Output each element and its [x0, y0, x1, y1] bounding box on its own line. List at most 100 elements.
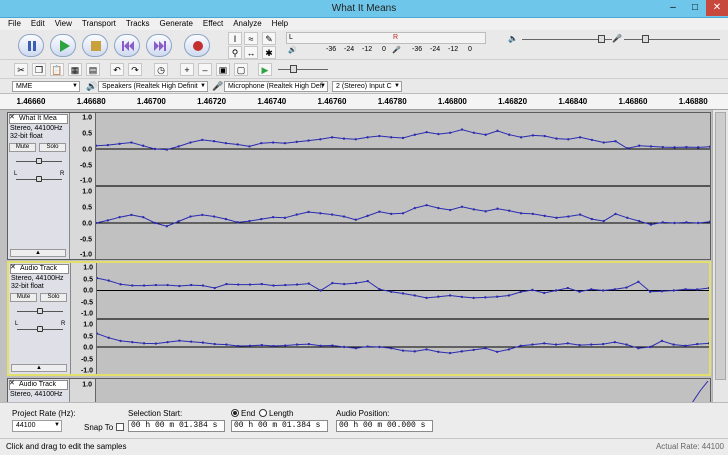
sample-point[interactable]	[673, 221, 676, 225]
sample-point[interactable]	[248, 283, 252, 286]
waveform-area[interactable]	[96, 113, 710, 259]
undo-icon[interactable]: ↶	[110, 63, 124, 76]
play-at-speed-icon[interactable]: ▶	[258, 63, 272, 76]
sample-point[interactable]	[425, 348, 428, 351]
sample-point[interactable]	[96, 221, 98, 225]
maximize-icon[interactable]: □	[684, 0, 706, 16]
sample-point[interactable]	[519, 290, 522, 294]
sample-point[interactable]	[212, 215, 216, 218]
vertical-scale[interactable]: 1.0 0.5 0.0 -0.5 -1.0 1.0 0.5 0.0 -0.5 -…	[70, 113, 96, 259]
sample-point[interactable]	[567, 138, 570, 141]
sample-point[interactable]	[177, 145, 180, 148]
sample-point[interactable]	[107, 279, 110, 282]
input-volume-knob[interactable]	[642, 35, 649, 43]
sample-point[interactable]	[213, 286, 216, 290]
playback-meter[interactable]: 🔊 -36 -24 -12 0 🎤 -36 -24 -12 0	[286, 45, 486, 57]
sample-point[interactable]	[531, 212, 535, 216]
pan-knob[interactable]	[36, 176, 42, 182]
sample-point[interactable]	[660, 290, 664, 293]
timeline-ruler[interactable]: 1.46660 1.46680 1.46700 1.46720 1.46740 1.467…	[0, 94, 728, 110]
end-radio[interactable]	[231, 409, 239, 417]
sample-point[interactable]	[119, 339, 122, 343]
sample-point[interactable]	[543, 134, 546, 138]
sample-point[interactable]	[106, 219, 110, 222]
output-device-select[interactable]: Speakers (Realtek High Definit ▼	[98, 81, 208, 92]
sample-point[interactable]	[342, 345, 346, 349]
sample-point[interactable]	[507, 348, 511, 351]
sample-point[interactable]	[212, 140, 216, 143]
sample-point[interactable]	[437, 350, 440, 354]
menu-view[interactable]: View	[55, 18, 72, 30]
waveform-area[interactable]	[97, 263, 709, 374]
sample-point[interactable]	[307, 342, 311, 346]
sample-point[interactable]	[543, 291, 546, 295]
sample-point[interactable]	[543, 214, 546, 218]
sample-point[interactable]	[578, 213, 582, 216]
sample-point[interactable]	[295, 140, 298, 144]
vertical-scale[interactable]: 1.0 0.5 0.0 -0.5 -1.0 1.0 0.5 0.0 -0.5 -…	[71, 263, 97, 375]
input-channels-select[interactable]: 2 (Stereo) Input C ▼	[332, 81, 402, 92]
sample-point[interactable]	[142, 215, 145, 219]
sample-point[interactable]	[484, 347, 487, 350]
sample-point[interactable]	[425, 296, 428, 300]
sample-point[interactable]	[484, 210, 487, 213]
sample-point[interactable]	[626, 147, 629, 150]
sample-point[interactable]	[389, 212, 393, 216]
trim-icon[interactable]: ▦	[68, 63, 82, 76]
sample-point[interactable]	[460, 205, 464, 208]
record-meter[interactable]: L R	[286, 32, 486, 44]
sample-point[interactable]	[648, 345, 652, 349]
fit-selection-icon[interactable]: ▣	[216, 63, 230, 76]
sample-point[interactable]	[696, 221, 700, 225]
sample-point[interactable]	[707, 342, 709, 345]
mute-button[interactable]: Mute	[10, 293, 37, 302]
sample-point[interactable]	[578, 343, 581, 347]
sample-point[interactable]	[118, 142, 121, 146]
fit-project-icon[interactable]: ▢	[234, 63, 248, 76]
sample-point[interactable]	[566, 342, 569, 345]
sample-point[interactable]	[307, 139, 310, 142]
sample-point[interactable]	[413, 294, 416, 297]
waveform-svg[interactable]	[96, 113, 710, 259]
sample-point[interactable]	[661, 221, 664, 224]
sample-point[interactable]	[648, 290, 652, 293]
sample-point[interactable]	[637, 280, 640, 284]
vertical-scrollbar[interactable]	[712, 110, 728, 402]
menu-transport[interactable]: Transport	[82, 18, 116, 30]
sample-point[interactable]	[307, 282, 311, 285]
sample-point[interactable]	[566, 286, 569, 290]
sample-point[interactable]	[236, 143, 239, 146]
sample-point[interactable]	[130, 213, 133, 217]
sample-point[interactable]	[637, 347, 640, 350]
track-name-button[interactable]: Audio Track	[10, 264, 69, 274]
sample-point[interactable]	[401, 212, 405, 215]
sample-point[interactable]	[696, 146, 700, 149]
sample-point[interactable]	[437, 206, 440, 210]
sample-point[interactable]	[201, 138, 204, 142]
sample-point[interactable]	[413, 206, 417, 210]
waveform-svg[interactable]	[97, 263, 709, 374]
sample-point[interactable]	[531, 134, 535, 137]
sample-point[interactable]	[601, 342, 605, 346]
sample-point[interactable]	[708, 145, 710, 148]
selection-start-field[interactable]: 00 h 00 m 01.384 s	[128, 420, 225, 432]
sample-point[interactable]	[519, 212, 523, 215]
sample-point[interactable]	[330, 213, 334, 216]
sample-point[interactable]	[283, 216, 287, 220]
sample-point[interactable]	[142, 284, 146, 287]
sample-point[interactable]	[178, 284, 181, 288]
sample-point[interactable]	[554, 289, 558, 292]
sample-point[interactable]	[154, 342, 158, 345]
sample-point[interactable]	[519, 344, 522, 347]
sample-point[interactable]	[696, 342, 699, 346]
sample-point[interactable]	[354, 347, 358, 350]
sample-point[interactable]	[507, 294, 511, 297]
sample-point[interactable]	[224, 141, 228, 145]
sample-point[interactable]	[684, 288, 687, 291]
sample-point[interactable]	[696, 288, 699, 291]
sample-point[interactable]	[484, 296, 487, 299]
gain-knob[interactable]	[36, 158, 42, 164]
sample-point[interactable]	[625, 286, 628, 289]
zoom-tool-icon[interactable]: ⚲	[228, 46, 242, 59]
copy-icon[interactable]: ❐	[32, 63, 46, 76]
